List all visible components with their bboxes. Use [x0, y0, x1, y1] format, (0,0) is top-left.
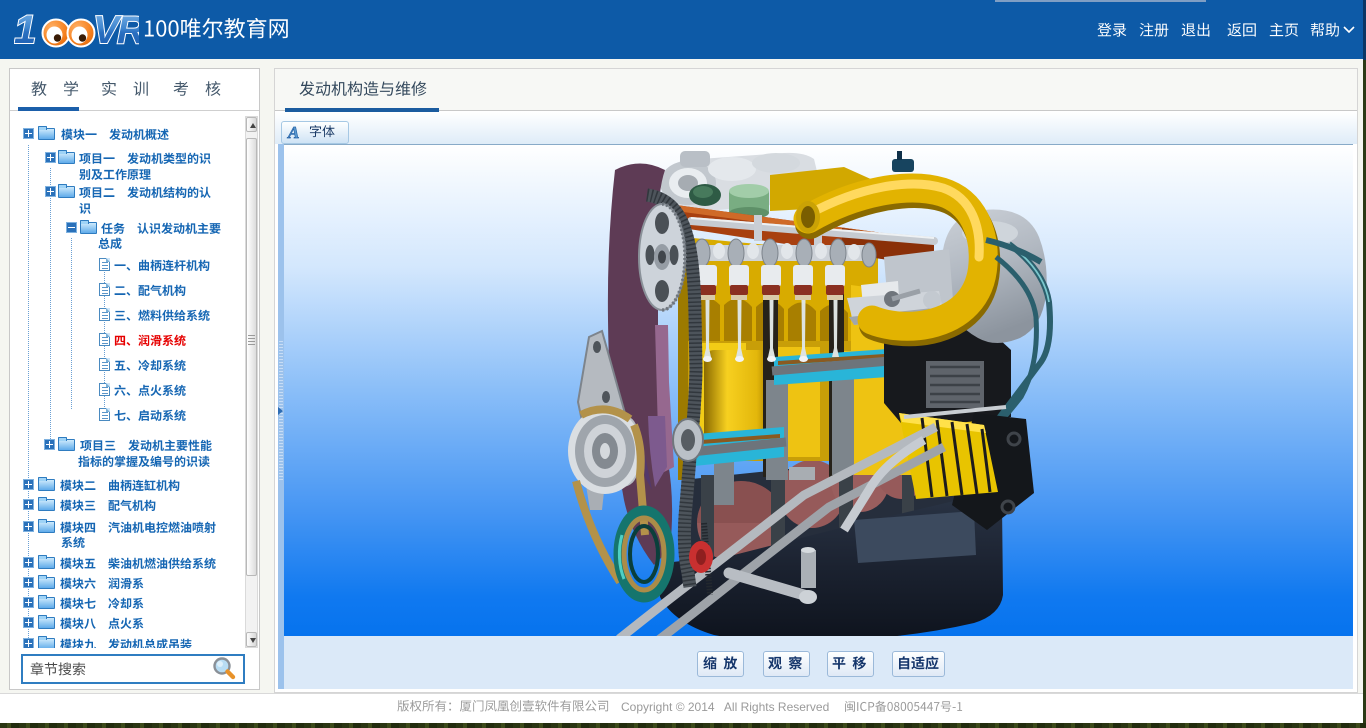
svg-text:1: 1 — [14, 8, 36, 50]
svg-text:A: A — [287, 123, 299, 141]
svg-text:VR: VR — [93, 9, 139, 50]
